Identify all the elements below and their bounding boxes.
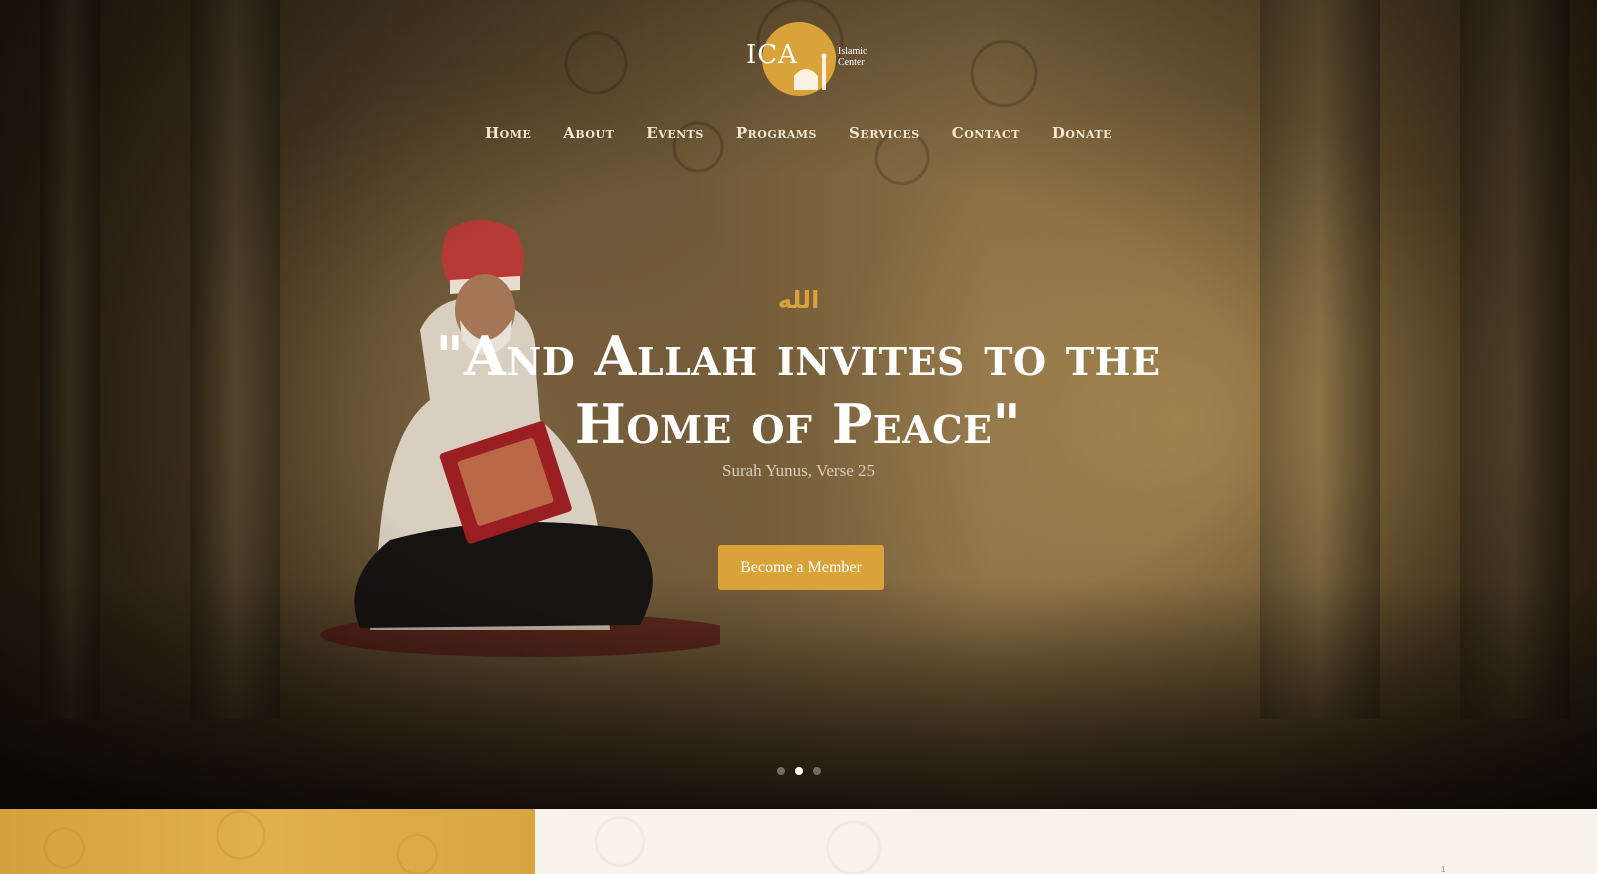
slider-pagination: [0, 767, 1597, 775]
logo-mark-text: ICA: [746, 40, 798, 70]
hero-headline: "And Allah invites to the Home of Peace": [348, 322, 1248, 458]
hero-headline-line2: Home of Peace": [574, 392, 1022, 456]
nav-contact[interactable]: Contact: [936, 124, 1036, 142]
nav-home[interactable]: Home: [469, 124, 547, 142]
main-navigation: Home About Events Programs Services Cont…: [0, 124, 1597, 142]
nav-about[interactable]: About: [547, 124, 630, 142]
logo-subtitle-line1: Islamic: [838, 46, 868, 57]
nav-events[interactable]: Events: [630, 124, 720, 142]
logo-subtitle-line2: Center: [838, 57, 865, 68]
slider-dot-2[interactable]: [794, 767, 803, 775]
hero-citation: Surah Yunus, Verse 25: [722, 461, 875, 480]
nav-programs[interactable]: Programs: [720, 124, 833, 142]
logo-subtitle: Islamic Center: [838, 46, 867, 68]
section-number: 1: [1441, 865, 1446, 874]
nav-donate[interactable]: Donate: [1036, 124, 1128, 142]
nav-services[interactable]: Services: [833, 124, 936, 142]
slider-dot-3[interactable]: [812, 767, 821, 775]
light-section-panel: [535, 809, 1597, 874]
site-logo[interactable]: ICA Islamic Center: [746, 22, 876, 98]
become-member-button[interactable]: Become a Member: [718, 545, 884, 590]
gold-section-panel: [0, 809, 535, 874]
hero-headline-line1: "And Allah invites to the: [435, 324, 1161, 388]
slider-dot-1[interactable]: [776, 767, 785, 775]
arabic-calligraphy: الله: [777, 286, 820, 314]
